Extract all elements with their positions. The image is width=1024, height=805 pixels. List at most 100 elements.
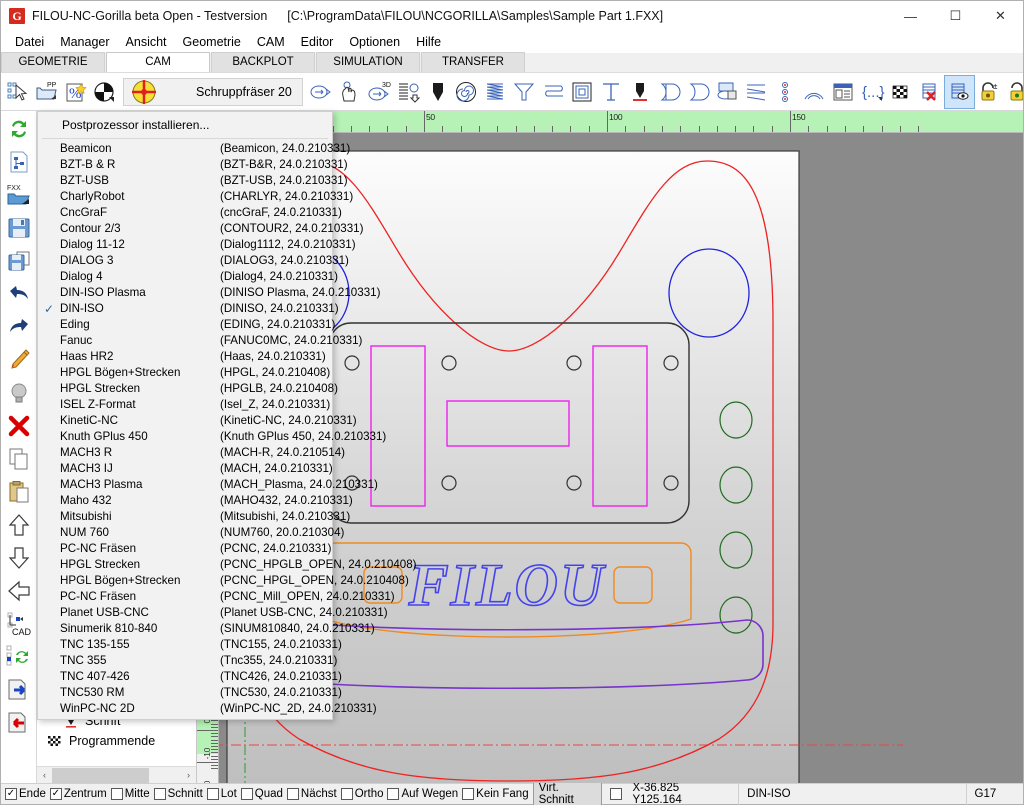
- postprocessor-dropdown-menu[interactable]: Postprozessor installieren... Beamicon (B…: [37, 111, 417, 720]
- select-arrow-icon[interactable]: [3, 76, 32, 108]
- scroll-left-arrow[interactable]: ‹: [37, 770, 52, 780]
- snap-option-kein-fang[interactable]: Kein Fang: [462, 788, 529, 800]
- arc-icon[interactable]: [800, 76, 829, 108]
- dropdown-entry[interactable]: DIN-ISO Plasma (DINISO Plasma, 24.0.21033…: [38, 285, 380, 301]
- dropdown-entry[interactable]: TNC 135-155 (TNC155, 24.0.210331): [38, 637, 342, 653]
- tab-simulation[interactable]: SIMULATION: [316, 52, 420, 72]
- checkbox-box[interactable]: [462, 788, 475, 800]
- lock-closed-icon[interactable]: ±: [974, 76, 1003, 108]
- dropdown-entry[interactable]: BZT-B & R (BZT-B&R, 24.0.210331): [38, 157, 348, 173]
- edit-pencil-icon[interactable]: [3, 344, 35, 376]
- cad-icon[interactable]: CAD: [3, 608, 35, 640]
- menu-item-optionen[interactable]: Optionen: [341, 33, 408, 51]
- minimize-button[interactable]: —: [888, 1, 933, 31]
- snap-option-schnitt[interactable]: Schnitt: [153, 788, 203, 800]
- dropdown-entry[interactable]: TNC530 RM (TNC530, 24.0.210331): [38, 685, 342, 701]
- funnel-icon[interactable]: [510, 76, 539, 108]
- snap-option-quad[interactable]: Quad: [240, 788, 283, 800]
- undo-icon[interactable]: [3, 278, 35, 310]
- snap-option-nächst[interactable]: Nächst: [286, 788, 337, 800]
- checkbox-box[interactable]: [340, 788, 353, 800]
- bulb-icon[interactable]: [3, 377, 35, 409]
- menu-item-datei[interactable]: Datei: [7, 33, 52, 51]
- dropdown-entry[interactable]: Eding (EDING, 24.0.210331): [38, 317, 335, 333]
- delete-x-icon[interactable]: [3, 410, 35, 442]
- scroll-right-arrow[interactable]: ›: [181, 770, 196, 780]
- move-up-icon[interactable]: [3, 509, 35, 541]
- close-button[interactable]: ✕: [978, 1, 1023, 31]
- engraved-text-filou[interactable]: FILOU: [407, 551, 606, 619]
- dropdown-entry[interactable]: HPGL Bögen+Strecken (PCNC_HPGL_OPEN, 24.0…: [38, 573, 409, 589]
- dropdown-entry[interactable]: NUM 760 (NUM760, 20.0.210304): [38, 525, 344, 541]
- snap-option-auf-wegen[interactable]: Auf Wegen: [387, 788, 458, 800]
- percent-star-icon[interactable]: %: [61, 76, 90, 108]
- shape-icon[interactable]: [684, 76, 713, 108]
- tab-backplot[interactable]: BACKPLOT: [211, 52, 315, 72]
- checkbox-box[interactable]: [387, 788, 400, 800]
- fxx-open-icon[interactable]: FXX: [3, 179, 35, 211]
- hatch-icon[interactable]: [481, 76, 510, 108]
- dropdown-install-item[interactable]: Postprozessor installieren...: [38, 114, 332, 136]
- extra-checkbox-box[interactable]: [610, 788, 623, 800]
- menu-item-editor[interactable]: Editor: [293, 33, 342, 51]
- cad-refresh-icon[interactable]: [3, 641, 35, 673]
- snap-option-mitte[interactable]: Mitte: [110, 788, 150, 800]
- dropdown-entry[interactable]: DIALOG 3 (DIALOG3, 24.0.210331): [38, 253, 349, 269]
- checkbox-box[interactable]: [286, 788, 299, 800]
- nc-list-icon[interactable]: [394, 76, 423, 108]
- engrave-icon[interactable]: [626, 76, 655, 108]
- points-icon[interactable]: [771, 76, 800, 108]
- pocket-spiral-icon[interactable]: [452, 76, 481, 108]
- snap-option-lot[interactable]: Lot: [206, 788, 237, 800]
- checkered-flag-icon[interactable]: [887, 76, 916, 108]
- tool-selector[interactable]: Schruppfräser 20: [123, 77, 303, 106]
- scroll-thumb[interactable]: [52, 767, 149, 783]
- tab-transfer[interactable]: TRANSFER: [421, 52, 525, 72]
- tap-icon[interactable]: [597, 76, 626, 108]
- dropdown-entry[interactable]: Dialog 4 (Dialog4, 24.0.210331): [38, 269, 338, 285]
- menu-item-cam[interactable]: CAM: [249, 33, 293, 51]
- dropdown-entry[interactable]: Sinumerik 810-840 (SINUM810840, 24.0.2103…: [38, 621, 375, 637]
- dropdown-entry[interactable]: Knuth GPlus 450 (Knuth GPlus 450, 24.0.21…: [38, 429, 386, 445]
- tab-geometrie[interactable]: GEOMETRIE: [1, 52, 105, 72]
- dropdown-entry[interactable]: Beamicon (Beamicon, 24.0.210331): [38, 141, 350, 157]
- tab-cam[interactable]: CAM: [106, 52, 210, 72]
- save-as-icon[interactable]: [3, 245, 35, 277]
- dropdown-entry[interactable]: WinPC-NC 2D (WinPC-NC_2D, 24.0.210331): [38, 701, 377, 717]
- scroll-track[interactable]: [52, 767, 181, 783]
- dropdown-entry[interactable]: CncGraF (cncGraF, 24.0.210331): [38, 205, 342, 221]
- dropdown-entry[interactable]: HPGL Bögen+Strecken (HPGL, 24.0.210408): [38, 365, 332, 381]
- dropdown-entry[interactable]: Mitsubishi (Mitsubishi, 24.0.210331): [38, 509, 350, 525]
- dropdown-entry[interactable]: MACH3 R (MACH-R, 24.0.210514): [38, 445, 345, 461]
- dropdown-entry[interactable]: Contour 2/3 (CONTOUR2, 24.0.210331): [38, 221, 363, 237]
- dropdown-entry[interactable]: ISEL Z-Format (Isel_Z, 24.0.210331): [38, 397, 332, 413]
- dropdown-entry[interactable]: HPGL Strecken (PCNC_HPGLB_OPEN, 24.0.2104…: [38, 557, 417, 573]
- drill-icon[interactable]: [423, 76, 452, 108]
- redo-icon[interactable]: [3, 311, 35, 343]
- tool-db-icon[interactable]: [713, 76, 742, 108]
- macro-icon[interactable]: {...}: [858, 76, 887, 108]
- virt-schnitt-button[interactable]: Virt. Schnitt: [532, 780, 603, 805]
- zoom-arrow-icon[interactable]: [307, 76, 336, 108]
- contour-pocket-icon[interactable]: [568, 76, 597, 108]
- dropdown-entry[interactable]: KinetiC-NC (KinetiC-NC, 24.0.210331): [38, 413, 357, 429]
- move-down-icon[interactable]: [3, 542, 35, 574]
- checkbox-box[interactable]: [206, 788, 219, 800]
- dropdown-entry[interactable]: ✓ DIN-ISO (DINISO, 24.0.210331): [38, 301, 339, 317]
- dropdown-entry[interactable]: TNC 355 (Tnc355, 24.0.210331): [38, 653, 337, 669]
- menu-item-hilfe[interactable]: Hilfe: [408, 33, 449, 51]
- checkbox-box[interactable]: ✓: [5, 788, 17, 800]
- structure-icon[interactable]: [3, 146, 35, 178]
- paste-icon[interactable]: [3, 476, 35, 508]
- copy-icon[interactable]: [3, 443, 35, 475]
- import-icon[interactable]: [3, 707, 35, 739]
- open-pp-icon[interactable]: PP: [32, 76, 61, 108]
- dropdown-entry[interactable]: MACH3 Plasma (MACH_Plasma, 24.0.210331): [38, 477, 378, 493]
- dropdown-entry[interactable]: Haas HR2 (Haas, 24.0.210331): [38, 349, 332, 365]
- snap-option-ende[interactable]: ✓ Ende: [5, 788, 46, 800]
- dropdown-entry[interactable]: Maho 432 (MAHO432, 24.0.210331): [38, 493, 353, 509]
- tree-horizontal-scrollbar[interactable]: ‹ ›: [37, 766, 196, 783]
- tree-item-programmende[interactable]: Programmende: [37, 731, 196, 751]
- pan-hand-icon[interactable]: [336, 76, 365, 108]
- menu-item-manager[interactable]: Manager: [52, 33, 117, 51]
